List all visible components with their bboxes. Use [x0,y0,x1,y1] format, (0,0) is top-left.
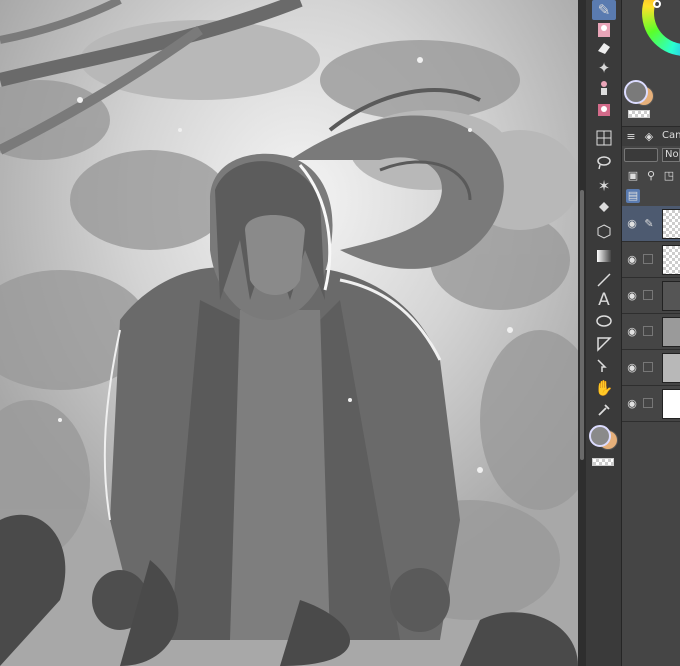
lock-icon[interactable]: ⚲ [644,169,658,183]
cube-icon[interactable] [592,222,616,242]
color-wheel[interactable] [642,0,680,56]
lasso-icon[interactable] [592,152,616,172]
layer-lock-box[interactable] [643,326,653,336]
layer-thumbnail [662,281,680,311]
layer-thumbnail [662,245,680,275]
canvas-scrollbar[interactable] [578,0,586,666]
magic-wand-icon[interactable]: ✶ [592,176,616,196]
layer-panel-tabs: ≡ ◈ Can [622,126,680,148]
illustration [0,0,578,666]
eye-icon[interactable]: ◉ [625,362,639,374]
layers-icon[interactable]: ◈ [642,130,656,144]
eye-icon[interactable]: ◉ [625,326,639,338]
eyedropper-icon[interactable] [592,400,616,420]
eye-icon[interactable]: ◉ [625,398,639,410]
layer-row-4[interactable]: ◉ [622,314,680,350]
drawing-canvas[interactable] [0,0,578,666]
clip-icon[interactable]: ▣ [626,169,640,183]
layer-property-icons: ▣ ⚲ ◳ [622,166,680,186]
layer-type-select[interactable] [624,148,658,162]
layer-thumbnail [662,353,680,383]
layer-lock-box[interactable] [643,362,653,372]
menu-icon[interactable]: ≡ [624,130,638,144]
transparent-color-icon[interactable] [592,458,614,466]
eraser-icon[interactable] [592,38,616,58]
layer-tab-label[interactable]: Can [662,130,680,141]
fill-bucket-icon[interactable] [592,198,616,218]
tool-palette: ✎ ✦ ✶ A ✋ [586,0,622,666]
layer-row-3[interactable]: ◉ [622,278,680,314]
eye-icon[interactable]: ◉ [625,254,639,266]
sparkle-icon[interactable]: ✦ [592,58,616,78]
layer-lock-box[interactable] [643,398,653,408]
3d-figure-icon[interactable] [592,100,616,120]
character-thumbnail-icon[interactable] [592,20,616,40]
hand-icon[interactable]: ✋ [592,378,616,398]
blend-mode-select[interactable]: No [662,148,680,162]
layer-lock-box[interactable] [643,254,653,264]
layer-thumbnail [662,317,680,347]
grid-icon[interactable] [592,128,616,148]
scrollbar-thumb[interactable] [580,190,584,460]
right-panel: ≡ ◈ Can No ▣ ⚲ ◳ ▤ ◉ ✎ ◉ ◉ ◉ ◉ ◉ [622,0,680,666]
eye-icon[interactable]: ◉ [625,218,639,230]
text-icon[interactable]: A [592,290,616,310]
layer-action-icons: ▤ [622,186,680,206]
figure-icon[interactable] [592,78,616,98]
layer-lock-box[interactable] [643,290,653,300]
balloon-icon[interactable] [592,312,616,332]
line-icon[interactable] [592,270,616,290]
layer-row-5[interactable]: ◉ [622,350,680,386]
layer-thumbnail [662,209,680,239]
layer-row-2[interactable]: ◉ [622,242,680,278]
blend-mode-row: No [622,146,680,166]
ruler-icon[interactable] [592,334,616,354]
main-color-swatch[interactable] [589,425,611,447]
panel-transparent-color-icon[interactable] [628,110,650,118]
layer-color-icon[interactable]: ▤ [626,189,640,203]
layer-row-6[interactable]: ◉ [622,386,680,422]
move-icon[interactable] [592,356,616,376]
ruler-link-icon[interactable]: ◳ [662,169,676,183]
pen-icon[interactable]: ✎ [592,0,616,20]
eye-icon[interactable]: ◉ [625,290,639,302]
layer-row-1[interactable]: ◉ ✎ [622,206,680,242]
panel-main-color-swatch[interactable] [624,80,648,104]
color-wheel-marker[interactable] [653,0,661,8]
pen-layer-icon: ✎ [644,217,654,230]
layer-thumbnail [662,389,680,419]
gradient-icon[interactable] [592,246,616,266]
